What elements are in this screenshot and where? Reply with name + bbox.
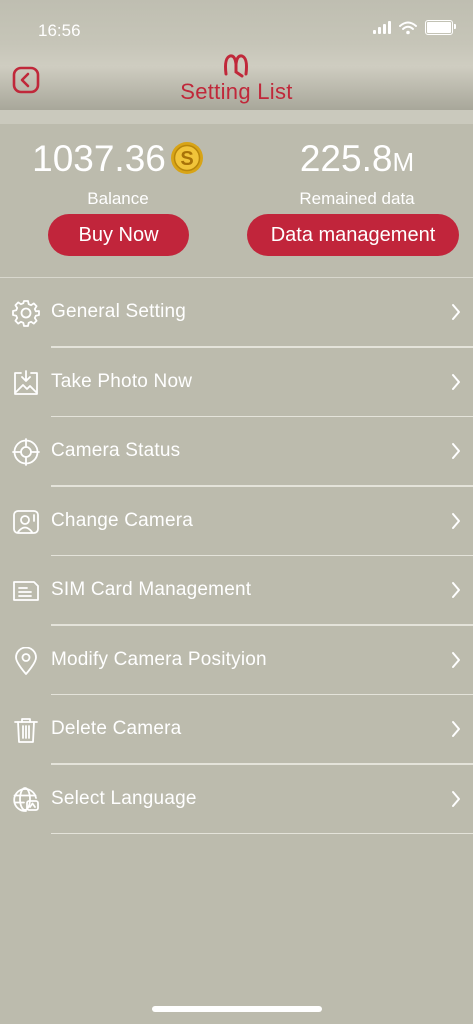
- menu-item-sim-card-management[interactable]: SIM Card Management: [0, 556, 473, 626]
- menu-item-delete-camera[interactable]: Delete Camera: [0, 695, 473, 765]
- menu-item-camera-status[interactable]: Camera Status: [0, 417, 473, 487]
- menu-item-modify-camera-position[interactable]: Modify Camera Posityion: [0, 626, 473, 695]
- menu-item-change-camera[interactable]: Change Camera: [0, 487, 473, 556]
- globe-icon: [13, 786, 39, 812]
- location-pin-icon: [15, 646, 37, 675]
- menu-label: Take Photo Now: [51, 370, 193, 392]
- menu-label: Delete Camera: [51, 718, 182, 739]
- status-icons: [373, 20, 456, 35]
- balance-label: Balance: [87, 189, 149, 208]
- menu-label: Change Camera: [51, 509, 194, 531]
- balance-block: 1037.36 S Balance: [22, 140, 214, 209]
- menu-item-general-setting[interactable]: General Setting: [0, 278, 473, 348]
- data-management-button[interactable]: Data management: [247, 214, 459, 256]
- menu-label: Select Language: [51, 787, 197, 809]
- sim-card-icon: [13, 581, 39, 601]
- settings-menu: General Setting Take Photo Now Camera St…: [0, 278, 473, 834]
- remained-data-unit: M: [392, 147, 415, 177]
- balance-value: 1037.36: [32, 138, 166, 179]
- chevron-right-icon: [452, 721, 460, 737]
- photo-download-icon: [14, 369, 38, 395]
- menu-label: Modify Camera Posityion: [51, 648, 267, 670]
- menu-label: Camera Status: [51, 440, 181, 461]
- user-switch-icon: [13, 509, 39, 534]
- status-time: 16:56: [38, 21, 81, 40]
- menu-item-take-photo-now[interactable]: Take Photo Now: [0, 348, 473, 417]
- remained-data-label: Remained data: [299, 189, 415, 208]
- chevron-right-icon: [452, 512, 460, 529]
- menu-label: SIM Card Management: [51, 579, 252, 600]
- menu-item-select-language[interactable]: Select Language: [0, 765, 473, 834]
- chevron-right-icon: [452, 373, 460, 390]
- chevron-right-icon: [452, 304, 460, 320]
- page-title: Setting List: [180, 79, 293, 104]
- row-divider: [51, 832, 473, 834]
- battery-icon: [425, 20, 456, 35]
- trash-icon: [14, 718, 38, 743]
- chevron-right-icon: [452, 790, 460, 807]
- menu-label: General Setting: [51, 301, 187, 322]
- chevron-right-icon: [452, 582, 460, 598]
- svg-text:S: S: [180, 148, 193, 170]
- chevron-right-icon: [452, 651, 460, 668]
- top-bar: 16:56 Setting List: [0, 0, 473, 110]
- wifi-icon: [399, 21, 417, 34]
- gear-icon: [12, 300, 40, 327]
- brand-logo-icon: [224, 54, 248, 78]
- coin-icon: S: [170, 142, 203, 174]
- buy-now-button[interactable]: Buy Now: [48, 214, 189, 256]
- cellular-signal-icon: [373, 21, 391, 34]
- remained-data-value: 225.8: [299, 138, 393, 179]
- chevron-right-icon: [452, 443, 460, 459]
- header-separator: [0, 110, 473, 124]
- remained-data-block: 225.8M Remained data: [257, 140, 457, 209]
- home-indicator[interactable]: [152, 1006, 322, 1012]
- crosshair-icon: [12, 438, 40, 466]
